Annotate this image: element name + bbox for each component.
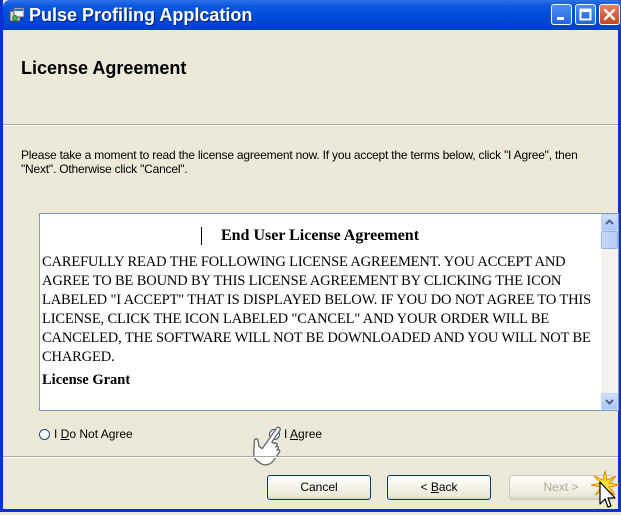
back-button[interactable]: < Back	[387, 475, 491, 500]
footer-divider-highlight	[3, 457, 618, 458]
radio-label-prefix: I	[54, 427, 61, 441]
radio-do-not-agree[interactable]: I Do Not Agree	[39, 427, 133, 441]
instructions-text: Please take a moment to read the license…	[21, 148, 578, 176]
text-caret	[201, 227, 202, 245]
eula-title: End User License Agreement	[220, 227, 420, 244]
scroll-thumb[interactable]	[601, 231, 618, 249]
click-pointer-icon	[590, 470, 620, 515]
cancel-button[interactable]: Cancel	[267, 475, 371, 500]
maximize-button[interactable]	[575, 4, 596, 25]
minimize-button[interactable]	[551, 4, 572, 25]
vertical-scrollbar[interactable]	[601, 214, 618, 410]
license-content: End User License Agreement CAREFULLY REA…	[40, 214, 600, 410]
close-icon	[603, 8, 616, 21]
radio-circle-do-not-agree[interactable]	[39, 429, 50, 440]
scroll-up-button[interactable]	[601, 214, 618, 231]
window-title: Pulse Profiling Applcation	[29, 5, 253, 25]
minimize-icon	[557, 17, 564, 20]
hand-pointer-icon	[245, 423, 293, 474]
license-text-box[interactable]: End User License Agreement CAREFULLY REA…	[39, 213, 619, 411]
back-button-prefix: <	[420, 480, 431, 494]
scroll-down-button[interactable]	[601, 393, 618, 410]
installer-window: Pulse Profiling Applcation License Agree…	[0, 0, 621, 512]
title-bar[interactable]: Pulse Profiling Applcation	[3, 0, 621, 30]
close-button[interactable]	[599, 4, 620, 25]
radio-label-rest: o Not Agree	[69, 427, 133, 441]
chevron-down-icon	[605, 399, 614, 405]
page-title: License Agreement	[21, 58, 187, 78]
maximize-icon	[579, 8, 592, 21]
chevron-up-icon	[605, 219, 614, 225]
eula-subheading: License Grant	[42, 372, 131, 388]
eula-body: CAREFULLY READ THE FOLLOWING LICENSE AGR…	[42, 254, 592, 365]
header-panel: License Agreement	[3, 30, 618, 124]
back-button-mnemonic: B	[430, 480, 439, 494]
installer-icon	[9, 7, 25, 23]
header-divider-highlight	[3, 125, 618, 126]
back-button-rest: ack	[438, 480, 458, 494]
radio-label-rest: gree	[298, 427, 323, 441]
